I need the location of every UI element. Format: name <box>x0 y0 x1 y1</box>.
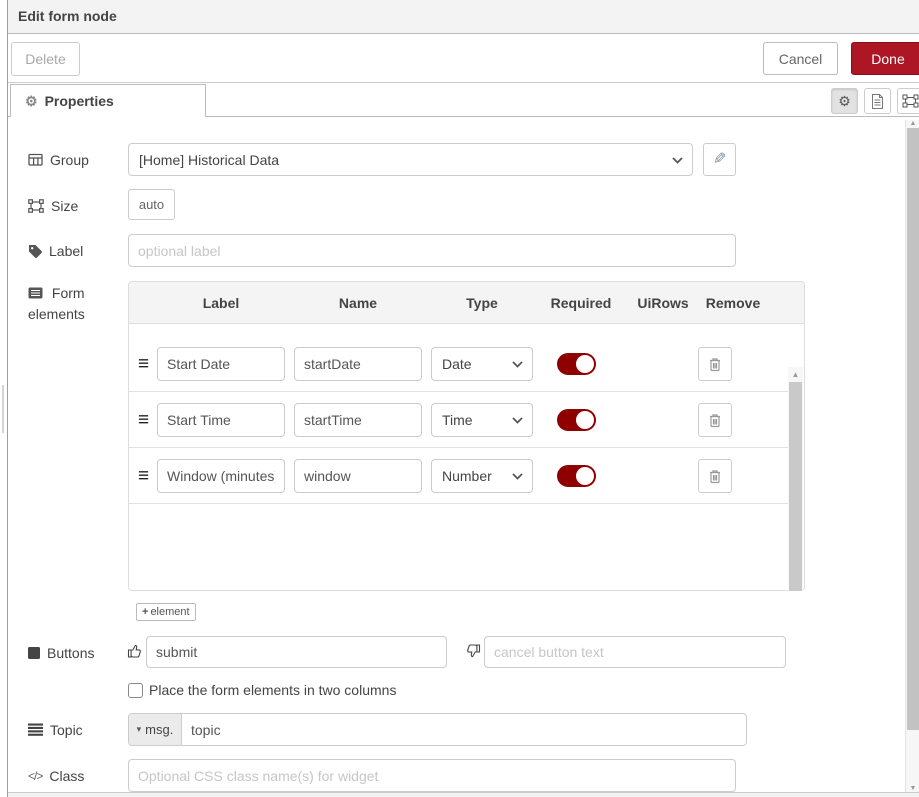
tray-grip[interactable] <box>2 385 4 433</box>
scroll-down-icon[interactable]: ▼ <box>906 785 919 792</box>
chevron-down-icon <box>512 417 523 424</box>
tag-icon <box>28 244 42 258</box>
label-input[interactable] <box>128 234 736 267</box>
description-view-button[interactable] <box>864 88 891 114</box>
class-field-label: </> Class <box>28 759 84 792</box>
column-header-uirows: UiRows <box>629 282 697 324</box>
trash-icon <box>708 357 722 372</box>
form-elements-field-label: Form elements <box>28 283 114 324</box>
tray-resize-edge[interactable] <box>0 0 8 797</box>
topic-type-label: msg. <box>145 722 173 737</box>
column-header-remove: Remove <box>697 282 769 324</box>
form-elements-table-header: Label Name Type Required UiRows Remove <box>129 282 804 324</box>
element-name-input[interactable] <box>294 459 422 493</box>
form-elements-table: Label Name Type Required UiRows Remove ≡… <box>128 281 805 591</box>
remove-element-button[interactable] <box>698 403 732 437</box>
table-scrollbar-thumb[interactable] <box>789 382 802 591</box>
element-label-input[interactable] <box>157 403 285 437</box>
form-element-row: ≡ Number <box>129 448 791 504</box>
topic-value-input[interactable]: topic <box>182 714 746 745</box>
appearance-view-button[interactable] <box>897 88 919 114</box>
form-elements-table-body: ≡ Date ≡ Time <box>129 324 804 591</box>
tab-properties-label: Properties <box>45 93 114 109</box>
drag-handle-icon[interactable]: ≡ <box>138 466 149 485</box>
buttons-field-label: Buttons <box>28 636 94 669</box>
trash-icon <box>708 413 722 428</box>
edit-form-node-dialog: Edit form node Delete Cancel Done ⚙ Prop… <box>0 0 919 797</box>
list-icon <box>28 286 47 302</box>
element-label-input[interactable] <box>157 459 285 493</box>
required-toggle[interactable] <box>557 465 596 487</box>
remove-element-button[interactable] <box>698 459 732 493</box>
gear-icon: ⚙ <box>25 94 38 108</box>
chevron-down-icon <box>512 361 523 368</box>
thumbs-down-icon <box>465 643 481 659</box>
tasks-icon <box>28 723 43 736</box>
two-columns-checkbox[interactable] <box>128 683 143 698</box>
submit-button-text-input[interactable] <box>146 636 447 668</box>
document-icon <box>871 93 884 109</box>
form-element-row: ≡ Time <box>129 392 791 448</box>
topic-type-button[interactable]: ▾ msg. <box>129 714 182 745</box>
chevron-down-icon <box>512 473 523 480</box>
column-header-type: Type <box>431 282 533 324</box>
element-type-select[interactable]: Time <box>431 403 533 437</box>
caret-down-icon: ▾ <box>137 724 142 735</box>
object-size-icon <box>28 199 44 213</box>
topic-field-label: Topic <box>28 713 83 746</box>
group-select[interactable]: [Home] Historical Data <box>128 143 693 176</box>
trash-icon <box>708 469 722 484</box>
two-columns-option: Place the form elements in two columns <box>128 680 396 700</box>
column-header-required: Required <box>533 282 629 324</box>
dialog-title: Edit form node <box>8 0 919 34</box>
drag-handle-icon[interactable]: ≡ <box>138 354 149 373</box>
scroll-up-icon[interactable]: ▲ <box>788 367 803 382</box>
properties-view-button[interactable]: ⚙ <box>831 88 858 114</box>
tab-properties[interactable]: ⚙ Properties <box>10 84 206 117</box>
topic-typed-input: ▾ msg. topic <box>128 713 747 746</box>
table-scrollbar[interactable]: ▲ ▼ <box>788 367 803 591</box>
thumbs-up-icon <box>127 643 143 659</box>
size-field-label: Size <box>28 189 78 222</box>
size-value-button[interactable]: auto <box>128 189 175 220</box>
cancel-button[interactable]: Cancel <box>763 42 838 75</box>
element-type-select[interactable]: Date <box>431 347 533 381</box>
table-icon <box>28 153 43 166</box>
main-scrollbar[interactable]: ▲ ▼ <box>905 120 919 792</box>
element-name-input[interactable] <box>294 347 422 381</box>
element-name-input[interactable] <box>294 403 422 437</box>
add-element-button[interactable]: +element <box>136 603 196 621</box>
scroll-up-icon[interactable]: ▲ <box>906 120 919 127</box>
code-icon: </> <box>28 769 42 783</box>
required-toggle[interactable] <box>557 353 596 375</box>
column-header-label: Label <box>157 282 285 324</box>
plus-icon: + <box>142 606 148 618</box>
two-columns-label: Place the form elements in two columns <box>149 682 396 698</box>
required-toggle[interactable] <box>557 409 596 431</box>
pencil-icon: ✎ <box>713 152 726 168</box>
element-label-input[interactable] <box>157 347 285 381</box>
form-element-row: ≡ Date <box>129 336 791 392</box>
layout-icon <box>902 94 919 108</box>
drag-handle-icon[interactable]: ≡ <box>138 410 149 429</box>
element-type-select[interactable]: Number <box>431 459 533 493</box>
main-scrollbar-thumb[interactable] <box>907 128 919 730</box>
tray-resize-bar[interactable] <box>8 792 919 797</box>
group-select-value: [Home] Historical Data <box>139 152 279 168</box>
cancel-button-text-input[interactable] <box>484 636 786 668</box>
class-input[interactable] <box>128 759 736 792</box>
done-button[interactable]: Done <box>851 42 919 75</box>
button-icon <box>28 647 40 659</box>
column-header-name: Name <box>294 282 422 324</box>
gear-icon: ⚙ <box>838 94 851 108</box>
edit-group-button[interactable]: ✎ <box>703 143 736 176</box>
delete-button[interactable]: Delete <box>11 42 80 76</box>
label-field-label: Label <box>28 234 83 267</box>
remove-element-button[interactable] <box>698 347 732 381</box>
group-field-label: Group <box>28 143 89 176</box>
chevron-down-icon <box>672 157 683 164</box>
